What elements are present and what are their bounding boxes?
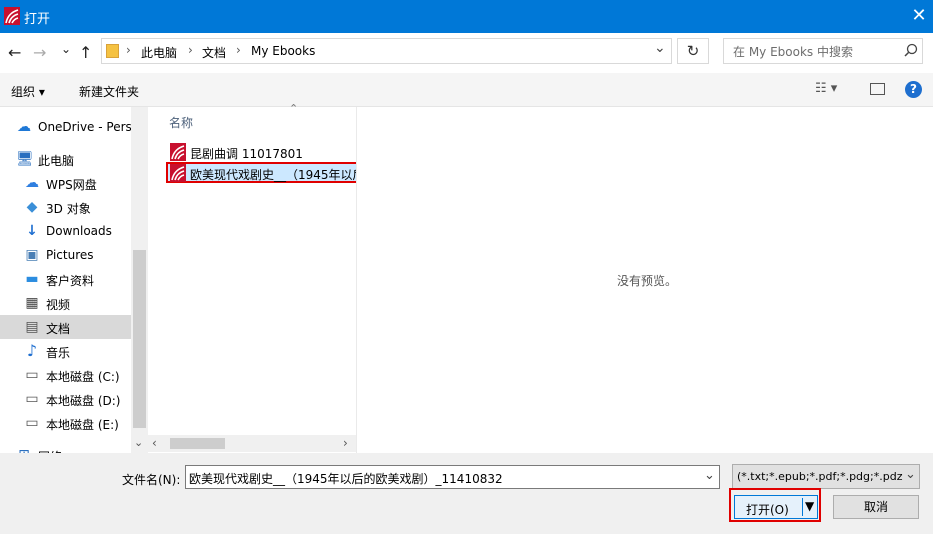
file-list-pane: ⌃ 名称 昆剧曲调 11017801 欧美现代戏剧史__（1945年以后 ‹ ›: [148, 102, 379, 453]
sort-up-chevron-icon[interactable]: ⌃: [289, 102, 298, 115]
search-icon: [904, 43, 918, 57]
filename-field[interactable]: 欧美现代戏剧史__（1945年以后的欧美戏剧）_11410832 ⌄: [185, 465, 720, 489]
open-options-chevron-icon[interactable]: ▼: [805, 499, 814, 513]
column-header-name[interactable]: 名称: [169, 114, 193, 131]
nav-item-wps-cloud[interactable]: ☁ WPS网盘: [0, 171, 131, 195]
download-icon: ↓: [26, 223, 38, 239]
nav-item-label: 客户资料: [46, 274, 95, 288]
nav-item-label: 本地磁盘 (D:): [46, 394, 121, 408]
nav-item-this-pc[interactable]: 🖥 此电脑: [0, 147, 131, 171]
folder-icon: ▬: [25, 271, 39, 287]
search-input[interactable]: 在 My Ebooks 中搜索: [733, 43, 853, 60]
drive-icon: ▭: [25, 367, 39, 383]
pictures-icon: ▣: [25, 247, 39, 263]
breadcrumb-separator: ›: [126, 43, 131, 57]
up-button[interactable]: ↑: [79, 43, 92, 62]
nav-item-videos[interactable]: ▦ 视频: [0, 291, 131, 315]
wps-cloud-icon: ☁: [25, 175, 39, 191]
computer-icon: 🖥: [16, 151, 34, 167]
forward-button[interactable]: →: [33, 43, 46, 62]
filetype-chevron-icon[interactable]: ⌄: [905, 467, 916, 482]
ebook-file-icon: [170, 164, 186, 182]
file-name: 昆剧曲调 11017801: [190, 147, 303, 161]
nav-item-label: 此电脑: [38, 154, 75, 168]
scroll-left-icon[interactable]: ‹: [152, 436, 157, 450]
address-dropdown-chevron-icon[interactable]: ⌄: [654, 40, 666, 56]
breadcrumb-this-pc[interactable]: 此电脑: [141, 44, 177, 61]
nav-item-onedrive[interactable]: ☁ OneDrive - Perso: [0, 115, 139, 139]
nav-item-label: 本地磁盘 (E:): [46, 418, 119, 432]
nav-item-label: Downloads: [46, 224, 112, 238]
breadcrumb-separator[interactable]: ›: [236, 43, 241, 57]
title-bar: 打开 ✕: [0, 0, 933, 33]
nav-item-label: 视频: [46, 298, 71, 312]
help-icon[interactable]: ?: [905, 81, 922, 98]
nav-item-pictures[interactable]: ▣ Pictures: [0, 243, 131, 267]
file-item[interactable]: 昆剧曲调 11017801: [168, 142, 338, 162]
organize-button[interactable]: 组织 ▾: [11, 83, 45, 100]
breadcrumb-separator[interactable]: ›: [188, 43, 193, 57]
close-button[interactable]: ✕: [905, 0, 933, 33]
nav-item-label: WPS网盘: [46, 178, 97, 192]
nav-scrollbar-thumb[interactable]: [133, 250, 146, 428]
bottom-bar: 文件名(N): 欧美现代戏剧史__（1945年以后的欧美戏剧）_11410832…: [0, 453, 933, 534]
open-button[interactable]: 打开(O): [746, 501, 789, 518]
no-preview-text: 没有预览。: [617, 274, 678, 288]
cube-icon: ◆: [26, 199, 38, 215]
filename-dropdown-chevron-icon[interactable]: ⌄: [704, 468, 715, 483]
nav-item-music[interactable]: ♪ 音乐: [0, 339, 131, 363]
breadcrumb-documents[interactable]: 文档: [202, 44, 226, 61]
file-list-hscrollbar[interactable]: ‹ ›: [148, 435, 356, 452]
video-icon: ▦: [25, 295, 39, 311]
open-split-button[interactable]: 打开(O) ▼: [734, 495, 818, 519]
hscroll-thumb[interactable]: [170, 438, 225, 449]
file-item-selected[interactable]: 欧美现代戏剧史__（1945年以后: [166, 162, 379, 183]
address-bar[interactable]: › 此电脑 › 文档 › My Ebooks ⌄: [101, 38, 672, 64]
music-icon: ♪: [26, 341, 38, 360]
new-folder-button[interactable]: 新建文件夹: [79, 83, 139, 100]
nav-item-label: 文档: [46, 322, 71, 336]
nav-item-drive-d[interactable]: ▭ 本地磁盘 (D:): [0, 387, 131, 411]
nav-item-drive-c[interactable]: ▭ 本地磁盘 (C:): [0, 363, 131, 387]
nav-item-label: 音乐: [46, 346, 71, 360]
refresh-button[interactable]: ↻: [677, 38, 709, 64]
scroll-right-icon[interactable]: ›: [343, 436, 348, 450]
breadcrumb-my-ebooks[interactable]: My Ebooks: [251, 44, 315, 58]
filename-label: 文件名(N):: [122, 473, 181, 487]
nav-item-label: 本地磁盘 (C:): [46, 370, 120, 384]
window-title: 打开: [24, 12, 51, 27]
nav-scroll-down-icon[interactable]: ⌄: [134, 436, 143, 449]
nav-item-network[interactable]: ⊞ 网络: [0, 443, 131, 453]
view-options-icon[interactable]: ☷ ▾: [815, 81, 837, 96]
nav-item-drive-e[interactable]: ▭ 本地磁盘 (E:): [0, 411, 131, 435]
nav-item-client-data[interactable]: ▬ 客户资料: [0, 267, 131, 291]
nav-item-label: OneDrive - Perso: [38, 120, 140, 134]
nav-item-label: 3D 对象: [46, 202, 91, 216]
filetype-value: (*.txt;*.epub;*.pdf;*.pdg;*.pdz: [737, 470, 903, 483]
navigation-pane: ☁ OneDrive - Perso 🖥 此电脑 ☁ WPS网盘 ◆ 3D 对象…: [0, 107, 148, 453]
filetype-select[interactable]: (*.txt;*.epub;*.pdf;*.pdg;*.pdz ⌄: [732, 464, 920, 489]
filename-input[interactable]: 欧美现代戏剧史__（1945年以后的欧美戏剧）_11410832: [189, 470, 503, 487]
app-icon: [4, 7, 20, 25]
cloud-icon: ☁: [17, 119, 31, 135]
nav-item-3d-objects[interactable]: ◆ 3D 对象: [0, 195, 131, 219]
nav-item-documents[interactable]: ▤ 文档: [0, 315, 131, 339]
drive-icon: ▭: [25, 391, 39, 407]
split-divider: [802, 498, 803, 516]
drive-icon: ▭: [25, 415, 39, 431]
folder-icon: [106, 44, 119, 58]
toolbar: 组织 ▾ 新建文件夹 ☷ ▾ ?: [0, 73, 933, 107]
file-name: 欧美现代戏剧史__（1945年以后: [190, 168, 357, 182]
preview-pane-toggle-icon[interactable]: [870, 83, 885, 95]
back-button[interactable]: ←: [8, 43, 21, 62]
nav-item-label: Pictures: [46, 248, 94, 262]
document-icon: ▤: [25, 319, 39, 335]
cancel-button[interactable]: 取消: [833, 495, 919, 519]
nav-item-downloads[interactable]: ↓ Downloads: [0, 219, 131, 243]
recent-locations-button[interactable]: ⌄: [61, 42, 71, 56]
preview-pane: 没有预览。: [356, 107, 933, 453]
search-box[interactable]: 在 My Ebooks 中搜索: [723, 38, 923, 64]
ebook-file-icon: [170, 143, 186, 161]
